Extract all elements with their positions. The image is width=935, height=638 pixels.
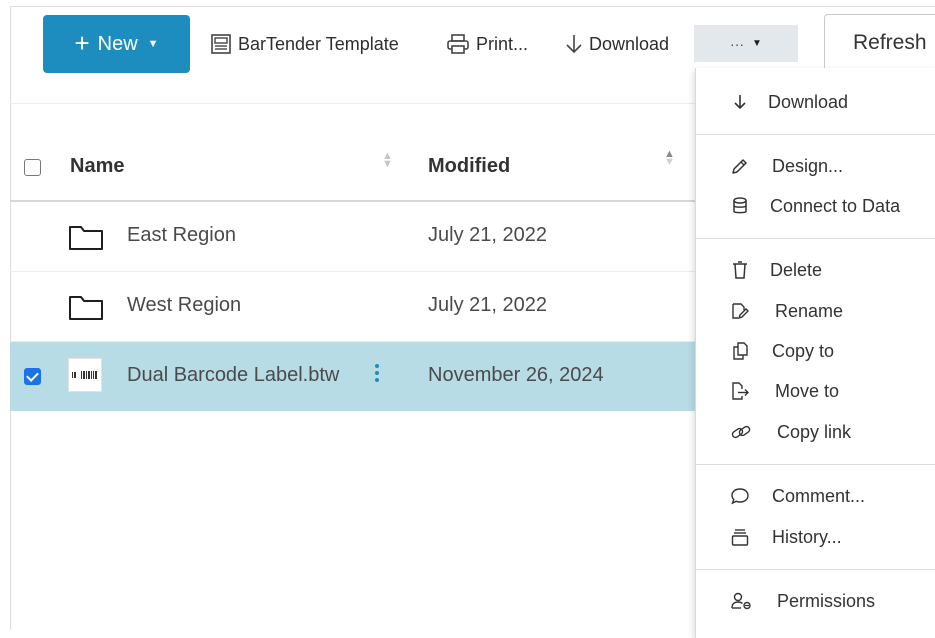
menu-item-history[interactable]: History... [696, 519, 935, 555]
menu-item-label: Connect to Data [770, 196, 901, 216]
permissions-icon [730, 591, 751, 611]
refresh-button[interactable]: Refresh [824, 14, 935, 72]
table-row-selected[interactable]: Dual Barcode Label.btw November 26, 2024 [10, 342, 695, 411]
comment-icon [730, 486, 750, 506]
pencil-icon [730, 156, 750, 176]
menu-item-copy-to[interactable]: Copy to [696, 333, 935, 369]
menu-divider [696, 569, 935, 570]
menu-item-comment[interactable]: Comment... [696, 478, 935, 514]
plus-icon: + [74, 28, 90, 58]
menu-item-label: Move to [775, 381, 840, 401]
new-button-label: New [97, 32, 138, 55]
menu-item-design[interactable]: Design... [696, 148, 935, 184]
printer-icon [446, 33, 470, 55]
window-border-top [10, 6, 935, 7]
toolbar-divider [10, 103, 695, 104]
download-icon [730, 92, 750, 112]
menu-item-label: Permissions [777, 591, 876, 611]
menu-divider [696, 464, 935, 465]
menu-item-label: Copy link [777, 422, 852, 442]
bartender-template-label: BarTender Template [238, 33, 399, 54]
sort-icon[interactable]: ▲ ▼ [382, 151, 393, 170]
menu-divider [696, 134, 935, 135]
print-label: Print... [476, 33, 529, 54]
menu-item-label: Delete [770, 260, 823, 280]
trash-icon [730, 260, 750, 280]
menu-item-delete[interactable]: Delete [696, 252, 935, 288]
menu-item-label: Comment... [772, 486, 866, 506]
download-button[interactable]: Download [565, 29, 669, 59]
menu-item-label: Copy to [772, 341, 835, 361]
row-kebab-menu-icon[interactable] [372, 361, 382, 391]
history-icon [730, 527, 750, 547]
folder-icon [68, 293, 104, 326]
row-name[interactable]: East Region [127, 224, 236, 247]
row-name[interactable]: West Region [127, 294, 241, 317]
download-label: Download [589, 33, 670, 54]
rename-icon [730, 301, 750, 321]
table-row[interactable]: West Region July 21, 2022 [10, 272, 695, 341]
menu-divider [696, 238, 935, 239]
more-actions-menu: Download Design... Connect to Data Delet… [695, 68, 935, 638]
folder-icon [68, 223, 104, 256]
link-icon [730, 422, 751, 442]
menu-item-move-to[interactable]: Move to [696, 373, 935, 409]
row-modified: November 26, 2024 [428, 364, 604, 386]
copy-icon [730, 341, 750, 361]
download-icon [565, 33, 583, 55]
more-label: ··· [730, 35, 745, 52]
row-name[interactable]: Dual Barcode Label.btw [127, 364, 339, 387]
more-actions-button[interactable]: ··· ▼ [694, 25, 798, 62]
row-modified: July 21, 2022 [428, 294, 547, 316]
select-all-checkbox[interactable] [24, 159, 41, 176]
new-button[interactable]: + New ▼ [43, 15, 190, 73]
caret-down-icon: ▼ [147, 38, 159, 50]
database-icon [730, 196, 750, 216]
row-modified: July 21, 2022 [428, 224, 547, 246]
bartender-template-button[interactable]: BarTender Template [210, 29, 399, 59]
move-icon [730, 381, 750, 401]
menu-item-label: Design... [772, 156, 844, 176]
column-header-name[interactable]: Name [70, 155, 124, 178]
row-checkbox[interactable] [24, 368, 41, 385]
barcode-label-thumbnail-icon [68, 358, 102, 392]
caret-down-icon: ▼ [752, 38, 762, 49]
column-header-modified[interactable]: Modified [428, 155, 510, 178]
menu-item-label: Download [768, 92, 849, 112]
menu-item-download[interactable]: Download [696, 84, 935, 120]
menu-item-copy-link[interactable]: Copy link [696, 414, 935, 450]
template-icon [210, 33, 232, 55]
menu-item-label: Rename [775, 301, 844, 321]
table-row[interactable]: East Region July 21, 2022 [10, 202, 695, 271]
sort-ascending-icon[interactable]: ▲ ▼ [664, 149, 675, 168]
menu-item-rename[interactable]: Rename [696, 293, 935, 329]
print-button[interactable]: Print... [446, 29, 528, 59]
menu-item-label: History... [772, 527, 842, 547]
menu-item-permissions[interactable]: Permissions [696, 583, 935, 619]
menu-item-connect-to-data[interactable]: Connect to Data [696, 188, 935, 224]
refresh-label: Refresh [853, 31, 927, 54]
